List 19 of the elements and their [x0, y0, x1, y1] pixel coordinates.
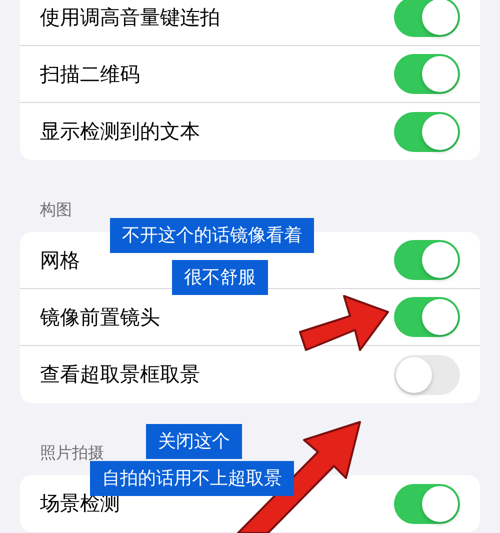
annotation-label: 自拍的话用不上超取景	[90, 461, 294, 496]
setting-label: 网格	[40, 246, 80, 274]
toggle-switch[interactable]	[394, 0, 460, 37]
toggle-switch[interactable]	[394, 240, 460, 280]
setting-label: 使用调高音量键连拍	[40, 4, 220, 30]
section-header: 照片拍摄	[40, 443, 104, 463]
toggle-switch[interactable]	[394, 297, 460, 337]
section-header: 构图	[40, 200, 72, 220]
toggle-switch[interactable]	[394, 54, 460, 94]
toggle-switch[interactable]	[394, 354, 460, 394]
setting-label: 显示检测到的文本	[40, 118, 200, 145]
setting-label: 扫描二维码	[40, 60, 140, 88]
annotation-label: 很不舒服	[172, 260, 268, 295]
toggle-switch[interactable]	[394, 112, 460, 152]
annotation-label: 关闭这个	[146, 424, 242, 459]
annotation-label: 不开这个的话镜像看着	[110, 218, 314, 253]
toggle-switch[interactable]	[394, 484, 460, 524]
setting-label: 镜像前置镜头	[40, 304, 160, 330]
setting-label: 查看超取景框取景	[40, 361, 200, 388]
